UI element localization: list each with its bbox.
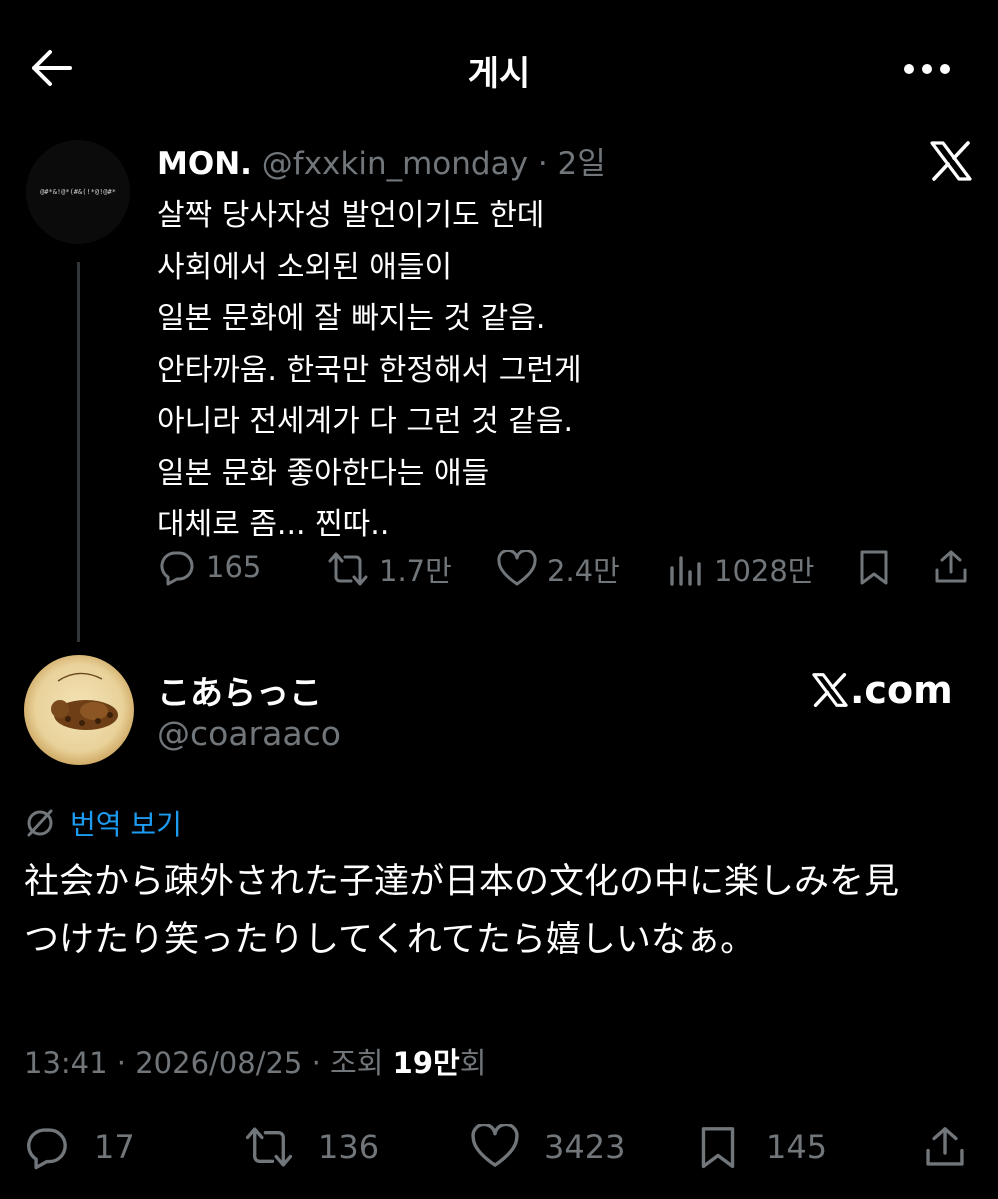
x-logo-icon	[812, 673, 848, 707]
thread-connector-line	[77, 262, 80, 642]
views-button[interactable]: 1028만	[668, 548, 814, 590]
like-button[interactable]: 3423	[470, 1124, 625, 1170]
separator: ·	[537, 146, 548, 182]
post-text-line: 사회에서 소외된 애들이	[157, 249, 453, 285]
translate-link[interactable]: 번역 보기	[24, 803, 182, 843]
post-text-line: 대체로 좀... 찐따..	[157, 507, 390, 542]
repost-icon	[328, 552, 368, 586]
x-com-source-label[interactable]: .com	[812, 668, 953, 712]
bookmark-button[interactable]	[856, 548, 902, 586]
repost-button[interactable]: 1.7만	[327, 548, 452, 590]
repost-button[interactable]: 136	[244, 1124, 379, 1170]
x-logo-icon	[930, 141, 972, 181]
more-options-button[interactable]	[902, 58, 952, 80]
source-label-text: .com	[850, 668, 953, 712]
post-time[interactable]: 13:41	[24, 1046, 108, 1080]
repost-icon	[245, 1127, 293, 1167]
avatar-text: @#*&!@*(#&(!*@!@#*	[40, 188, 116, 196]
globe-slash-icon	[27, 809, 53, 837]
reply-count: 17	[94, 1128, 135, 1166]
post-text: 社会から疎外された子達が日本の文化の中に楽しみを見 つけたり笑ったりしてくれてた…	[24, 853, 899, 969]
post-text-line: 社会から疎外された子達が日本の文化の中に楽しみを見	[24, 862, 900, 902]
views-count: 1028만	[714, 554, 815, 588]
author-handle[interactable]: @coaraaco	[157, 714, 341, 753]
post-text: 살짝 당사자성 발언이기도 한데 사회에서 소외된 애들이 일본 문화에 잘 빠…	[157, 190, 582, 551]
more-dots-icon	[904, 64, 950, 74]
avatar[interactable]: @#*&!@*(#&(!*@!@#*	[26, 140, 130, 244]
separator: ·	[311, 1046, 321, 1080]
author-name[interactable]: MON.	[157, 146, 252, 182]
bookmark-icon	[701, 1127, 735, 1169]
like-count: 3423	[544, 1128, 626, 1166]
author-handle[interactable]: @fxxkin_monday	[262, 146, 528, 182]
x-logo-badge	[930, 141, 972, 181]
reply-count: 165	[206, 550, 262, 584]
reply-icon	[27, 1128, 67, 1170]
heart-icon	[497, 550, 537, 586]
separator: ·	[116, 1046, 127, 1080]
reply-button[interactable]: 165	[158, 548, 261, 586]
post-text-line: 일본 문화에 잘 빠지는 것 같음.	[157, 301, 546, 336]
share-button[interactable]	[922, 1124, 978, 1170]
post-text-line: つけたり笑ったりしてくれてたら嬉しいなぁ。	[24, 920, 756, 960]
post-header: MON. @fxxkin_monday · 2일	[157, 138, 606, 183]
reply-icon	[160, 551, 194, 586]
author-name[interactable]: こあらっこ	[157, 666, 322, 714]
like-button[interactable]: 2.4만	[497, 548, 620, 590]
views-label: 조회	[330, 1046, 384, 1080]
reply-button[interactable]: 17	[24, 1124, 135, 1170]
like-count: 2.4만	[547, 554, 620, 588]
views-count: 19만	[392, 1046, 460, 1080]
post-text-line: 아니라 전세계가 다 그런 것 같음.	[157, 404, 574, 439]
repost-count: 1.7만	[379, 554, 452, 588]
post-date[interactable]: 2026/08/25	[135, 1046, 302, 1080]
translate-label: 번역 보기	[70, 808, 182, 841]
page-title: 게시	[467, 54, 531, 94]
views-icon	[670, 556, 701, 586]
share-button[interactable]	[932, 548, 980, 586]
bookmark-button[interactable]: 145	[696, 1124, 827, 1170]
bookmark-count: 145	[766, 1128, 828, 1166]
repost-count: 136	[318, 1128, 380, 1166]
sea-otter-avatar-image	[51, 672, 118, 730]
post-text-line: 안타까움. 한국만 한정해서 그런게	[157, 352, 582, 388]
post-text-line: 살짝 당사자성 발언이기도 한데	[157, 198, 545, 233]
heart-icon	[471, 1124, 519, 1167]
post-text-line: 일본 문화 좋아한다는 애들	[157, 455, 490, 491]
share-icon	[935, 550, 967, 583]
share-icon	[926, 1127, 964, 1166]
avatar[interactable]	[24, 655, 134, 765]
bookmark-icon	[860, 550, 888, 585]
post-meta: 13:41 · 2026/08/25 · 조회 19만회	[24, 1040, 486, 1082]
post-time[interactable]: 2일	[558, 146, 606, 182]
views-suffix: 회	[459, 1046, 487, 1080]
